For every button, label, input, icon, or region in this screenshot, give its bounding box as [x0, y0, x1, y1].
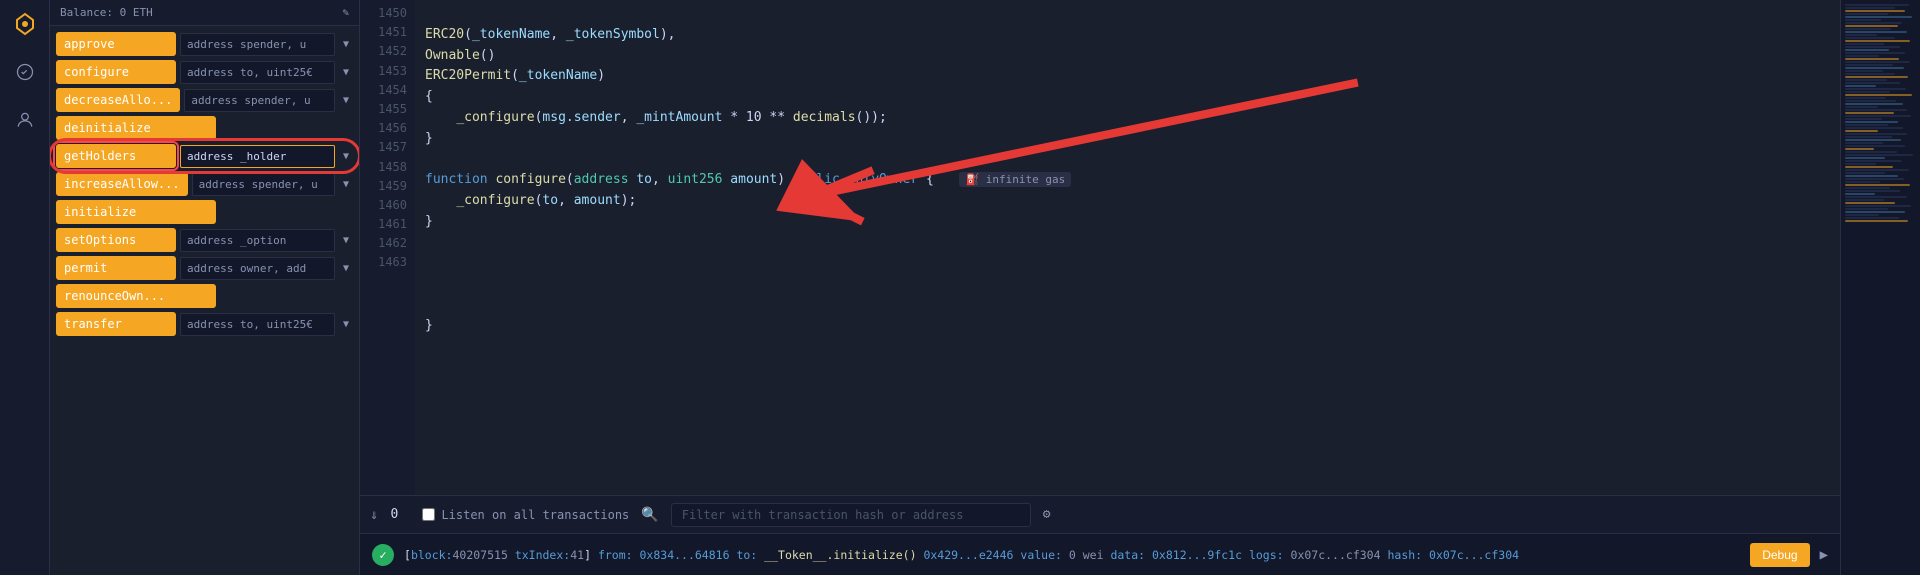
- filter-input[interactable]: [671, 503, 1031, 527]
- function-btn-setoptions[interactable]: setOptions: [56, 228, 176, 252]
- tx-log-bar: ✓ [block:40207515 txIndex:41] from: 0x83…: [360, 533, 1840, 575]
- function-row-getholders: getHolders address _holder ▼: [56, 144, 353, 168]
- function-btn-configure[interactable]: configure: [56, 60, 176, 84]
- dropdown-arrow-increase[interactable]: ▼: [339, 175, 353, 194]
- deploy-icon[interactable]: [9, 56, 41, 88]
- functions-panel: Balance: 0 ETH ✎ approve address spender…: [50, 0, 360, 575]
- tx-success-icon: ✓: [372, 544, 394, 566]
- tx-data: 0x812...9fc1c: [1152, 548, 1242, 562]
- listen-checkbox[interactable]: [422, 508, 435, 521]
- function-row-transfer: transfer address to, uint25€ ▼: [56, 312, 353, 336]
- line-numbers: 1450 1451 1452 1453 1454 1455 1456 1457 …: [360, 0, 415, 495]
- minimap: [1840, 0, 1920, 575]
- listen-label: Listen on all transactions: [441, 508, 629, 522]
- gas-badge: ⛽ infinite gas: [959, 172, 1071, 187]
- transaction-count: 0: [390, 507, 410, 522]
- function-row-increase: increaseAllow... address spender, u ▼: [56, 172, 353, 196]
- dropdown-arrow-approve[interactable]: ▼: [339, 35, 353, 54]
- function-btn-permit[interactable]: permit: [56, 256, 176, 280]
- dropdown-arrow-transfer[interactable]: ▼: [339, 315, 353, 334]
- function-row-decrease: decreaseAllo... address spender, u ▼: [56, 88, 353, 112]
- editor-area: 1450 1451 1452 1453 1454 1455 1456 1457 …: [360, 0, 1840, 575]
- function-row-initialize: initialize: [56, 200, 353, 224]
- tx-index: 41: [570, 548, 584, 562]
- function-param-setoptions: address _option: [180, 229, 335, 252]
- function-btn-increase[interactable]: increaseAllow...: [56, 172, 188, 196]
- balance-label: Balance: 0 ETH: [60, 6, 153, 19]
- tx-from: 0x834...64816: [640, 548, 730, 562]
- function-btn-approve[interactable]: approve: [56, 32, 176, 56]
- interact-icon[interactable]: [9, 104, 41, 136]
- function-row-configure: configure address to, uint25€ ▼: [56, 60, 353, 84]
- tx-log-text: [block:40207515 txIndex:41] from: 0x834.…: [404, 548, 1740, 562]
- edit-icon[interactable]: ✎: [342, 6, 349, 19]
- dropdown-arrow-setoptions[interactable]: ▼: [339, 231, 353, 250]
- tx-wei: 0: [1069, 548, 1076, 562]
- function-row-permit: permit address owner, add ▼: [56, 256, 353, 280]
- function-param-increase: address spender, u: [192, 173, 335, 196]
- tx-logs: 0x07c...cf304: [1291, 548, 1381, 562]
- search-icon[interactable]: 🔍: [641, 507, 658, 523]
- tx-value-addr: 0x429...e2446: [923, 548, 1013, 562]
- settings-icon[interactable]: ⚙: [1043, 507, 1051, 522]
- function-param-getholders[interactable]: address _holder: [180, 145, 335, 168]
- function-btn-initialize[interactable]: initialize: [56, 200, 216, 224]
- function-param-approve: address spender, u: [180, 33, 335, 56]
- bottom-toolbar: ⇓ 0 Listen on all transactions 🔍 ⚙: [360, 495, 1840, 533]
- dropdown-arrow-configure[interactable]: ▼: [339, 63, 353, 82]
- sidebar-panel: [0, 0, 50, 575]
- code-editor[interactable]: ERC20(_tokenName, _tokenSymbol), Ownable…: [415, 0, 1840, 495]
- function-btn-decrease[interactable]: decreaseAllo...: [56, 88, 180, 112]
- tx-block: 40207515: [452, 548, 507, 562]
- logo-icon[interactable]: [9, 8, 41, 40]
- functions-list: approve address spender, u ▼ configure a…: [50, 26, 359, 575]
- debug-button[interactable]: Debug: [1750, 543, 1809, 567]
- collapse-button[interactable]: ⇓: [370, 507, 378, 523]
- function-row-deinitialize: deinitialize: [56, 116, 353, 140]
- functions-header: Balance: 0 ETH ✎: [50, 0, 359, 26]
- dropdown-arrow-decrease[interactable]: ▼: [339, 91, 353, 110]
- dropdown-arrow-getholders[interactable]: ▼: [339, 147, 353, 166]
- function-btn-transfer[interactable]: transfer: [56, 312, 176, 336]
- expand-icon[interactable]: ▶: [1820, 547, 1828, 563]
- function-btn-getholders[interactable]: getHolders: [56, 144, 176, 168]
- dropdown-arrow-permit[interactable]: ▼: [339, 259, 353, 278]
- function-param-permit: address owner, add: [180, 257, 335, 280]
- function-row-setoptions: setOptions address _option ▼: [56, 228, 353, 252]
- tx-to: __Token__.initialize(): [764, 548, 916, 562]
- function-btn-renounce[interactable]: renounceOwn...: [56, 284, 216, 308]
- function-btn-deinitialize[interactable]: deinitialize: [56, 116, 216, 140]
- minimap-content: [1841, 0, 1920, 227]
- function-row-approve: approve address spender, u ▼: [56, 32, 353, 56]
- function-row-renounce: renounceOwn...: [56, 284, 353, 308]
- function-param-transfer: address to, uint25€: [180, 313, 335, 336]
- listen-checkbox-group: Listen on all transactions: [422, 508, 629, 522]
- function-param-decrease: address spender, u: [184, 89, 335, 112]
- code-container[interactable]: 1450 1451 1452 1453 1454 1455 1456 1457 …: [360, 0, 1840, 495]
- function-param-configure: address to, uint25€: [180, 61, 335, 84]
